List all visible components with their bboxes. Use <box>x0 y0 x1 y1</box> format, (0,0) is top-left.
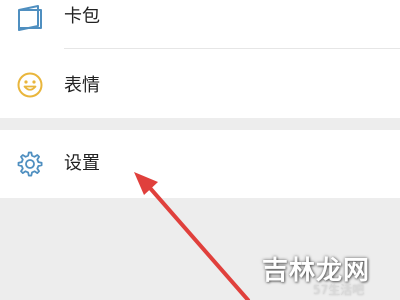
menu-divider <box>64 48 400 49</box>
card-wallet-icon <box>16 4 44 32</box>
card-pack-label: 卡包 <box>64 6 100 27</box>
menu-item-stickers[interactable]: 表情 <box>0 64 400 108</box>
watermark-subtext: 57生活吧 <box>313 283 365 297</box>
gear-icon <box>16 150 44 178</box>
menu-item-card-pack[interactable]: 卡包 <box>0 0 400 36</box>
menu-group-top: 卡包 表情 <box>0 0 400 118</box>
menu-group-settings: 设置 <box>0 130 400 198</box>
settings-label: 设置 <box>64 153 100 174</box>
menu-item-settings[interactable]: 设置 <box>0 130 400 198</box>
stickers-label: 表情 <box>64 75 100 96</box>
smiley-icon <box>16 71 44 99</box>
